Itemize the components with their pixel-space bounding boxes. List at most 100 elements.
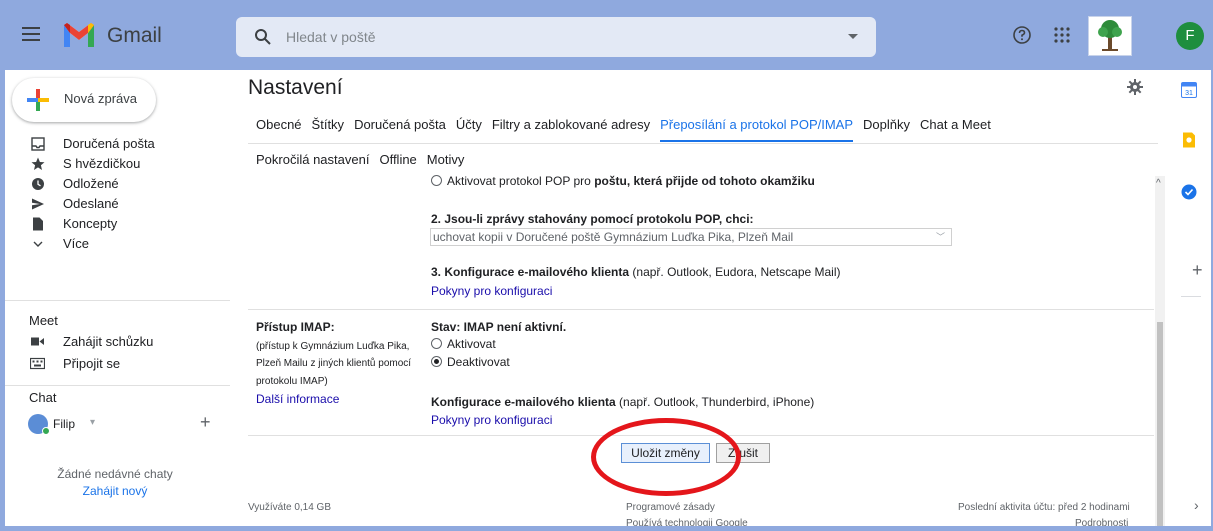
start-meeting-button[interactable]: Zahájit schůzku	[31, 334, 154, 349]
tab-row2-1[interactable]: Offline	[379, 152, 416, 167]
sidebar-item-label: Více	[63, 236, 90, 251]
pop-config-instructions-link[interactable]: Pokyny pro konfiguraci	[431, 284, 552, 298]
search-bar[interactable]	[236, 17, 876, 57]
join-meeting-label: Připojit se	[63, 356, 121, 371]
imap-status: Stav: IMAP není aktivní.	[431, 320, 566, 334]
sidebar-item-label: Doručená pošta	[63, 136, 155, 151]
tab-0[interactable]: Obecné	[256, 117, 302, 142]
keep-icon[interactable]	[1181, 132, 1197, 148]
sidebar-item-sent[interactable]: Odeslané	[0, 194, 230, 214]
cancel-button[interactable]: Zrušit	[716, 443, 770, 463]
tree-logo-icon	[1098, 20, 1122, 51]
scrollbar-thumb[interactable]	[1157, 322, 1163, 531]
settings-tabs-row: Obecné Štítky Doručená pošta Účty Filtry a z…	[256, 117, 1001, 142]
sidebar-item-inbox[interactable]: Doručená pošta	[0, 134, 230, 154]
star-icon	[31, 157, 45, 170]
save-changes-button[interactable]: Uložit změny	[621, 443, 710, 463]
imap-enable-label: Aktivovat	[447, 337, 496, 351]
imap-client-rest: (např. Outlook, Thunderbird, iPhone)	[615, 395, 815, 409]
calendar-icon[interactable]: 31	[1181, 82, 1197, 98]
sidebar-item-snoozed[interactable]: Odložené	[0, 174, 230, 194]
imap-status-text: Stav: IMAP není aktivní.	[431, 320, 567, 334]
clock-icon	[32, 178, 44, 190]
tab-1[interactable]: Štítky	[312, 117, 345, 142]
pop-action-select[interactable]: uchovat kopii v Doručené poště Gymnázium…	[430, 228, 952, 246]
meet-section-title: Meet	[29, 313, 58, 328]
imap-disable-option[interactable]: Deaktivovat	[431, 355, 510, 369]
imap-disable-radio[interactable]	[431, 356, 442, 367]
imap-enable-option[interactable]: Aktivovat	[431, 337, 496, 351]
keyboard-icon	[30, 357, 45, 370]
activity-details-link[interactable]: Podrobnosti	[1075, 518, 1128, 529]
online-status-icon	[42, 427, 50, 435]
imap-client-config: Konfigurace e-mailového klienta (např. O…	[431, 395, 814, 409]
video-icon	[31, 337, 44, 346]
pop-enable-text: Aktivovat protokol POP pro	[447, 174, 595, 188]
sidebar-item-drafts[interactable]: Koncepty	[0, 214, 230, 234]
tab-3[interactable]: Účty	[456, 117, 482, 142]
pop-enable-bold-text: poštu, která přijde od tohoto okamžiku	[594, 174, 815, 188]
imap-more-info-link[interactable]: Další informace	[256, 392, 339, 406]
pop-q3-rest: (např. Outlook, Eudora, Netscape Mail)	[629, 265, 841, 279]
imap-config-instructions-link[interactable]: Pokyny pro konfiguraci	[431, 413, 552, 427]
tab-4[interactable]: Filtry a zablokované adresy	[492, 117, 650, 142]
tab-5[interactable]: Přeposílání a protokol POP/IMAP	[660, 117, 854, 142]
start-new-chat-link[interactable]: Zahájit nový	[0, 484, 230, 498]
imap-desc-line-3: protokolu IMAP)	[256, 376, 328, 387]
pop-select-value: uchovat kopii v Doručené poště Gymnázium…	[433, 230, 794, 244]
section-divider	[248, 435, 1154, 436]
compose-button[interactable]: Nová zpráva	[12, 78, 156, 122]
tab-6[interactable]: Doplňky	[863, 117, 910, 142]
imap-enable-radio[interactable]	[431, 338, 442, 349]
page-title: Nastavení	[248, 76, 343, 99]
settings-gear-icon[interactable]	[1127, 79, 1143, 95]
pop-enable-radio[interactable]	[431, 175, 442, 186]
sidebar-item-more[interactable]: Více	[0, 234, 230, 254]
sidebar-item-label: Koncepty	[63, 216, 118, 231]
search-options-icon[interactable]	[848, 34, 858, 39]
sidebar-nav: Doručená pošta S hvězdičkou Odložené Ode…	[0, 134, 230, 254]
search-input[interactable]	[286, 25, 806, 49]
scroll-up-arrow-icon[interactable]: ^	[1156, 178, 1161, 189]
new-chat-button[interactable]: +	[200, 412, 211, 433]
tab-7[interactable]: Chat a Meet	[920, 117, 991, 142]
side-panel: 31	[1167, 70, 1213, 531]
pop-q3-bold: 3. Konfigurace e-mailového klienta	[431, 265, 630, 279]
sidebar-item-starred[interactable]: S hvězdičkou	[0, 154, 230, 174]
tab-2[interactable]: Doručená pošta	[354, 117, 446, 142]
get-addons-plus-icon[interactable]: +	[1192, 260, 1203, 281]
sidebar-item-label: S hvězdičkou	[63, 156, 141, 171]
settings-tabs-row-2: Pokročilá nastavení Offline Motivy	[256, 152, 474, 167]
tab-row2-0[interactable]: Pokročilá nastavení	[256, 152, 369, 167]
imap-desc-line-2: Plzeň Mailu z jiných klientů pomocí	[256, 358, 412, 369]
gmail-logo-icon[interactable]	[62, 22, 96, 48]
status-dropdown-icon: ▾	[90, 417, 96, 428]
organization-logo[interactable]	[1088, 16, 1132, 56]
pop-q2-label: 2. Jsou-li zprávy stahovány pomocí proto…	[431, 212, 754, 226]
imap-access-label: Přístup IMAP:	[256, 320, 335, 334]
side-panel-toggle-icon[interactable]: ›	[1194, 497, 1199, 513]
sidebar-divider	[0, 300, 230, 301]
sidebar-item-label: Odeslané	[63, 196, 119, 211]
gmail-wordmark: Gmail	[107, 24, 162, 47]
powered-by-google: Používá technologii Google	[626, 518, 748, 529]
sidebar-divider	[0, 385, 230, 386]
send-icon	[32, 198, 44, 210]
imap-label-text: Přístup IMAP:	[256, 320, 335, 334]
start-meeting-label: Zahájit schůzku	[63, 334, 154, 349]
chevron-down-icon	[33, 241, 43, 247]
imap-desc-line-1: (přístup k Gymnázium Luďka Pika,	[256, 341, 410, 352]
help-icon[interactable]	[1012, 25, 1032, 45]
chat-user-status[interactable]: Filip ▾	[28, 414, 213, 436]
join-meeting-button[interactable]: Připojit se	[30, 356, 121, 371]
imap-disable-label: Deaktivovat	[447, 355, 510, 369]
pop-enable-option[interactable]: Aktivovat protokol POP pro poštu, která …	[431, 174, 815, 188]
apps-grid-icon[interactable]	[1054, 27, 1070, 43]
program-policies-link[interactable]: Programové zásady	[626, 502, 715, 513]
tab-row2-2[interactable]: Motivy	[427, 152, 465, 167]
side-panel-divider	[1181, 296, 1201, 297]
account-avatar[interactable]: F	[1176, 22, 1204, 50]
tasks-icon[interactable]	[1181, 184, 1197, 200]
search-icon[interactable]	[254, 28, 272, 46]
main-menu-icon[interactable]	[22, 27, 40, 41]
